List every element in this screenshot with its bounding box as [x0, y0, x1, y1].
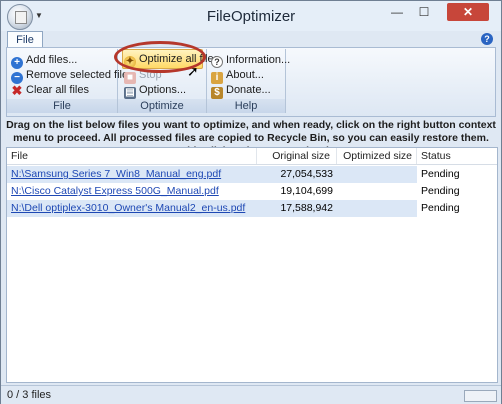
ribbon-group-file: + Add files... − Remove selected files ✖ Cl… — [7, 49, 134, 113]
table-row[interactable]: N:\Samsung Series 7_Win8_Manual_eng.pdf … — [7, 166, 497, 183]
maximize-button[interactable]: ☐ — [411, 3, 437, 21]
ribbon-group-help: ? Information... i About... $ Donate... Hel… — [207, 49, 290, 113]
remove-selected-files-button[interactable]: − Remove selected files — [11, 68, 134, 84]
donate-label: Donate... — [226, 84, 271, 96]
column-header-status[interactable]: Status — [417, 148, 497, 164]
add-files-button[interactable]: + Add files... — [11, 53, 78, 69]
file-name-cell[interactable]: N:\Cisco Catalyst Express 500G_Manual.pd… — [7, 183, 257, 200]
optimized-size-cell — [337, 166, 417, 183]
group-label-file: File — [7, 99, 117, 113]
help-icon[interactable]: ? — [481, 33, 493, 45]
original-size-cell: 17,588,942 — [257, 200, 337, 217]
donate-button[interactable]: $ Donate... — [211, 83, 271, 99]
group-label-help: Help — [207, 99, 285, 113]
optimized-size-cell — [337, 183, 417, 200]
file-count-status: 0 / 3 files — [7, 389, 52, 401]
table-row[interactable]: N:\Cisco Catalyst Express 500G_Manual.pd… — [7, 183, 497, 200]
options-button[interactable]: ▤ Options... — [124, 83, 187, 99]
information-button[interactable]: ? Information... — [211, 53, 290, 68]
options-label: Options... — [139, 84, 187, 96]
information-label: Information... — [226, 54, 291, 66]
ribbon-tab-row — [1, 31, 501, 47]
column-header-file[interactable]: File — [7, 148, 257, 164]
original-size-cell: 19,104,699 — [280, 185, 333, 197]
add-files-label: Add files... — [26, 54, 78, 66]
about-label: About... — [226, 69, 264, 81]
header-divider — [7, 164, 497, 165]
delete-x-icon: ✖ — [11, 83, 23, 98]
options-icon: ▤ — [124, 87, 136, 99]
file-list[interactable]: File Original size Optimized size Status… — [6, 147, 498, 383]
title-bar: ▼ FileOptimizer — ☐ ✕ — [1, 1, 501, 31]
close-button[interactable]: ✕ — [447, 3, 489, 21]
file-name-cell[interactable]: N:\Samsung Series 7_Win8_Manual_eng.pdf — [7, 166, 257, 183]
status-cell: Pending — [421, 202, 460, 214]
status-bar: 0 / 3 files — [1, 385, 501, 404]
file-name-cell[interactable]: N:\Dell optiplex-3010_Owner's Manual2_en… — [7, 200, 257, 217]
mouse-cursor-icon: ➚ — [187, 63, 199, 79]
about-button[interactable]: i About... — [211, 68, 264, 84]
clear-all-files-button[interactable]: ✖ Clear all files — [11, 83, 89, 98]
column-header-original-size[interactable]: Original size — [257, 148, 337, 164]
status-cell: Pending — [421, 168, 460, 180]
column-header-optimized-size[interactable]: Optimized size — [337, 148, 417, 164]
minimize-button[interactable]: — — [384, 3, 410, 21]
clear-all-files-label: Clear all files — [26, 84, 89, 96]
app-window: ▼ FileOptimizer — ☐ ✕ File ? + Add files.… — [0, 0, 502, 404]
optimized-size-cell — [337, 200, 417, 217]
original-size-cell: 27,054,533 — [257, 166, 337, 183]
progress-bar — [464, 390, 497, 402]
status-cell: Pending — [421, 185, 460, 197]
donate-coins-icon: $ — [211, 87, 223, 99]
group-label-optimize: Optimize — [118, 99, 206, 113]
tab-file[interactable]: File — [7, 31, 43, 48]
question-mark-icon: ? — [211, 56, 223, 68]
table-row[interactable]: N:\Dell optiplex-3010_Owner's Manual2_en… — [7, 200, 497, 217]
